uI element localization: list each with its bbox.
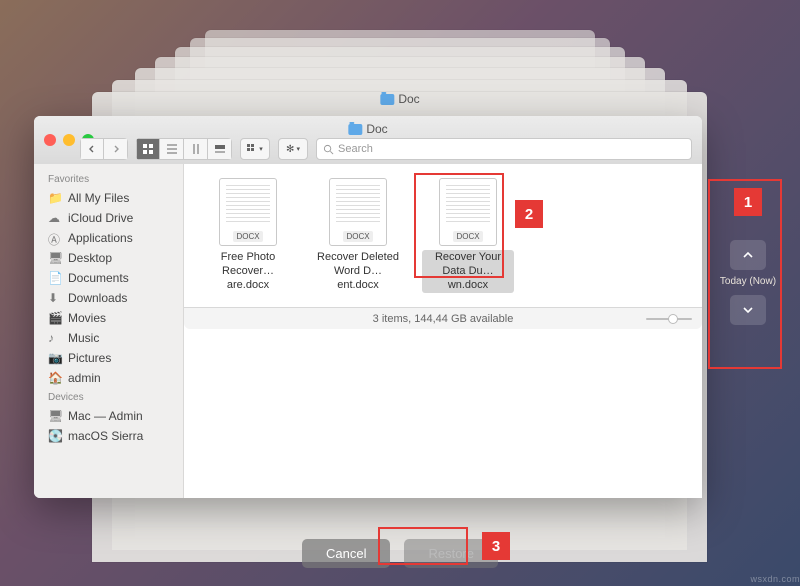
- folder-icon: [348, 124, 362, 135]
- sidebar-item-label: admin: [68, 371, 101, 385]
- status-text: 3 items, 144,44 GB available: [373, 313, 514, 325]
- view-icon-button[interactable]: [136, 138, 160, 160]
- stack-window-title: Doc: [380, 92, 419, 106]
- chevron-down-icon: ▾: [296, 145, 300, 153]
- list-icon: [167, 144, 177, 154]
- pictures-icon: 📷: [48, 351, 62, 365]
- disk-icon: 💽: [48, 429, 62, 443]
- chevron-left-icon: [88, 145, 96, 153]
- sidebar-device-mac[interactable]: 🖥 Mac — Admin: [34, 406, 183, 426]
- sidebar-item-label: Downloads: [68, 291, 127, 305]
- file-item[interactable]: DOCX Recover Deleted Word D…ent.docx: [312, 178, 404, 293]
- view-modes: [136, 138, 232, 160]
- status-bar: 3 items, 144,44 GB available: [184, 307, 702, 329]
- grid-dropdown-icon: [247, 144, 257, 154]
- sidebar-item-label: Desktop: [68, 251, 112, 265]
- sidebar-item-label: Documents: [68, 271, 129, 285]
- folder-icon: [380, 94, 394, 105]
- search-input[interactable]: Search: [316, 138, 692, 160]
- annotation-label-1: 1: [734, 188, 762, 216]
- file-thumbnail: DOCX: [329, 178, 387, 246]
- search-placeholder: Search: [338, 143, 373, 155]
- desktop-icon: 🖥: [48, 251, 62, 265]
- view-list-button[interactable]: [160, 138, 184, 160]
- chevron-right-icon: [112, 145, 120, 153]
- sidebar-item-desktop[interactable]: 🖥 Desktop: [34, 248, 183, 268]
- action-menu-button[interactable]: ✻ ▾: [278, 138, 308, 160]
- sidebar-item-label: iCloud Drive: [68, 211, 133, 225]
- annotation-box-3: [378, 527, 468, 565]
- sidebar-item-applications[interactable]: Ⓐ Applications: [34, 228, 183, 248]
- file-thumbnail: DOCX: [219, 178, 277, 246]
- sidebar: Favorites 📁 All My Files ☁︎ iCloud Drive Ⓐ…: [34, 164, 184, 498]
- file-ext-badge: DOCX: [233, 231, 262, 242]
- annotation-box-2: [414, 173, 504, 278]
- sidebar-item-label: Mac — Admin: [68, 409, 143, 423]
- gear-icon: ✻: [286, 144, 294, 155]
- downloads-icon: ⬇︎: [48, 291, 62, 305]
- file-name: Free Photo Recover…are.docx: [202, 250, 294, 293]
- watermark: wsxdn.com: [750, 574, 800, 584]
- sidebar-item-label: Applications: [68, 231, 133, 245]
- movies-icon: 🎬: [48, 311, 62, 325]
- view-column-button[interactable]: [184, 138, 208, 160]
- title-text: Doc: [366, 122, 387, 136]
- sidebar-device-disk[interactable]: 💽 macOS Sierra: [34, 426, 183, 446]
- sidebar-item-music[interactable]: ♪ Music: [34, 328, 183, 348]
- arrange-menu-button[interactable]: ▾: [240, 138, 270, 160]
- sidebar-item-label: Music: [68, 331, 99, 345]
- applications-icon: Ⓐ: [48, 231, 62, 245]
- music-icon: ♪: [48, 331, 62, 345]
- sidebar-item-admin[interactable]: 🏠 admin: [34, 368, 183, 388]
- nav-forward-button[interactable]: [104, 138, 128, 160]
- slider-knob[interactable]: [668, 314, 678, 324]
- sidebar-favorites-header: Favorites: [34, 170, 183, 188]
- sidebar-item-documents[interactable]: 📄 Documents: [34, 268, 183, 288]
- mac-icon: 🖥: [48, 409, 62, 423]
- sidebar-item-label: Movies: [68, 311, 106, 325]
- documents-icon: 📄: [48, 271, 62, 285]
- search-icon: [323, 144, 334, 155]
- sidebar-devices-header: Devices: [34, 388, 183, 406]
- window-title: Doc: [348, 122, 387, 136]
- all-files-icon: 📁: [48, 191, 62, 205]
- sidebar-item-movies[interactable]: 🎬 Movies: [34, 308, 183, 328]
- sidebar-item-downloads[interactable]: ⬇︎ Downloads: [34, 288, 183, 308]
- nav-back-button[interactable]: [80, 138, 104, 160]
- view-coverflow-button[interactable]: [208, 138, 232, 160]
- file-name: Recover Deleted Word D…ent.docx: [312, 250, 404, 293]
- icloud-icon: ☁︎: [48, 211, 62, 225]
- sidebar-item-pictures[interactable]: 📷 Pictures: [34, 348, 183, 368]
- grid-icon: [143, 144, 153, 154]
- minimize-icon[interactable]: [63, 134, 75, 146]
- close-icon[interactable]: [44, 134, 56, 146]
- sidebar-item-label: Pictures: [68, 351, 111, 365]
- sidebar-item-label: macOS Sierra: [68, 429, 143, 443]
- nav-buttons: [80, 138, 128, 160]
- sidebar-item-all-files[interactable]: 📁 All My Files: [34, 188, 183, 208]
- columns-icon: [191, 144, 201, 154]
- annotation-label-3: 3: [482, 532, 510, 560]
- coverflow-icon: [215, 144, 225, 154]
- finder-window: Doc ▾ ✻ ▾: [34, 116, 702, 498]
- sidebar-item-icloud[interactable]: ☁︎ iCloud Drive: [34, 208, 183, 228]
- stack-title-text: Doc: [398, 92, 419, 106]
- chevron-down-icon: ▾: [259, 145, 263, 153]
- home-icon: 🏠: [48, 371, 62, 385]
- icon-size-slider[interactable]: [646, 318, 692, 320]
- sidebar-item-label: All My Files: [68, 191, 129, 205]
- titlebar: Doc ▾ ✻ ▾: [34, 116, 702, 164]
- annotation-label-2: 2: [515, 200, 543, 228]
- file-item[interactable]: DOCX Free Photo Recover…are.docx: [202, 178, 294, 293]
- file-ext-badge: DOCX: [343, 231, 372, 242]
